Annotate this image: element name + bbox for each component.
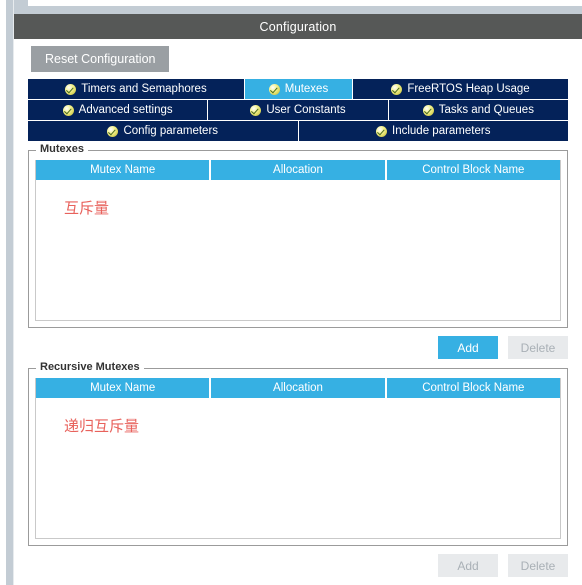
column-header-allocation[interactable]: Allocation (211, 160, 387, 180)
button-row-recursive-mutexes: Add Delete (28, 554, 568, 577)
tab-advanced-settings[interactable]: Advanced settings (28, 100, 209, 120)
column-header-mutex-name[interactable]: Mutex Name (36, 160, 212, 180)
column-header-control-block-name[interactable]: Control Block Name (386, 378, 560, 398)
table-body[interactable]: 互斥量 (36, 180, 560, 320)
window-titlebar: Configuration (14, 14, 582, 39)
tab-row-2: Advanced settings User Constants Tasks and… (28, 100, 568, 120)
annotation-label: 互斥量 (64, 199, 110, 217)
table-header-row: Mutex Name Allocation Control Block Name (36, 378, 560, 398)
tab-label: Mutexes (284, 83, 329, 95)
tab-label: Config parameters (123, 125, 219, 137)
reset-configuration-button[interactable]: Reset Configuration (31, 45, 170, 73)
tab-label: Advanced settings (78, 104, 173, 116)
tab-mutexes[interactable]: Mutexes (244, 79, 353, 99)
window-top-chrome (14, 0, 582, 14)
add-button-mutexes[interactable]: Add (438, 336, 498, 359)
configuration-window: Configuration Reset Configuration Timers… (0, 0, 582, 585)
tab-row-1: Timers and Semaphores Mutexes FreeRTOS Hea… (28, 79, 568, 99)
tab-tasks-and-queues[interactable]: Tasks and Queues (388, 100, 568, 120)
group-recursive-mutexes: Recursive Mutexes Mutex Name Allocation Con… (28, 361, 568, 546)
group-body: Mutex Name Allocation Control Block Name 递归… (29, 369, 567, 545)
table-body[interactable]: 递归互斥量 (36, 398, 560, 538)
check-circle-icon (268, 83, 280, 95)
check-circle-icon (422, 104, 434, 116)
check-circle-icon (107, 125, 119, 137)
table-header-row: Mutex Name Allocation Control Block Name (36, 160, 560, 180)
tab-include-parameters[interactable]: Include parameters (298, 121, 568, 141)
toolbar: Reset Configuration (14, 39, 582, 79)
window-left-chrome (0, 0, 14, 585)
groups-container: Mutexes Mutex Name Allocation Control Block… (14, 143, 582, 577)
tab-label: Include parameters (392, 125, 491, 137)
tab-label: Tasks and Queues (438, 104, 534, 116)
page-title: Configuration (259, 19, 337, 34)
check-circle-icon (62, 104, 74, 116)
group-body: Mutex Name Allocation Control Block Name 互斥… (29, 151, 567, 327)
button-row-mutexes: Add Delete (28, 336, 568, 359)
tab-row-3: Config parameters Include parameters (28, 121, 568, 141)
delete-button-mutexes: Delete (508, 336, 568, 359)
check-circle-icon (376, 125, 388, 137)
tab-bar: Timers and Semaphores Mutexes FreeRTOS Hea… (28, 79, 568, 141)
column-header-mutex-name[interactable]: Mutex Name (36, 378, 212, 398)
tab-label: User Constants (266, 104, 346, 116)
window-left-chrome-inner (0, 0, 6, 585)
tab-timers-and-semaphores[interactable]: Timers and Semaphores (28, 79, 245, 99)
annotation-label: 递归互斥量 (64, 417, 140, 435)
check-circle-icon (65, 83, 77, 95)
column-header-control-block-name[interactable]: Control Block Name (386, 160, 560, 180)
add-button-recursive-mutexes: Add (438, 554, 498, 577)
column-header-allocation[interactable]: Allocation (211, 378, 387, 398)
group-legend: Mutexes (36, 143, 89, 155)
group-mutexes: Mutexes Mutex Name Allocation Control Block… (28, 143, 568, 328)
table-recursive-mutexes: Mutex Name Allocation Control Block Name 递归… (35, 378, 561, 539)
check-circle-icon (250, 104, 262, 116)
window-top-chrome-inner (28, 0, 582, 6)
tab-freertos-heap-usage[interactable]: FreeRTOS Heap Usage (352, 79, 568, 99)
group-legend: Recursive Mutexes (36, 361, 144, 373)
configuration-panel: Configuration Reset Configuration Timers… (14, 14, 582, 585)
delete-button-recursive-mutexes: Delete (508, 554, 568, 577)
tab-config-parameters[interactable]: Config parameters (28, 121, 299, 141)
tab-user-constants[interactable]: User Constants (208, 100, 389, 120)
tab-label: Timers and Semaphores (81, 83, 207, 95)
check-circle-icon (391, 83, 403, 95)
table-mutexes: Mutex Name Allocation Control Block Name 互斥… (35, 160, 561, 321)
tab-label: FreeRTOS Heap Usage (407, 83, 530, 95)
